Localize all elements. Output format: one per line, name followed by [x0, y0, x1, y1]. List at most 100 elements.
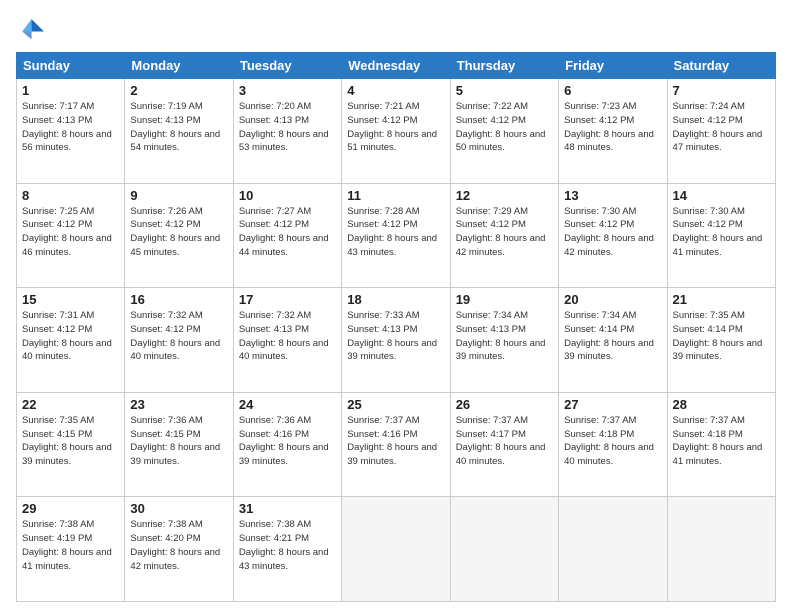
calendar-cell: 6 Sunrise: 7:23 AMSunset: 4:12 PMDaylight…	[559, 79, 667, 184]
day-number: 11	[347, 188, 444, 203]
day-info: Sunrise: 7:21 AMSunset: 4:12 PMDaylight:…	[347, 100, 444, 155]
day-number: 15	[22, 292, 119, 307]
calendar-cell: 19 Sunrise: 7:34 AMSunset: 4:13 PMDayligh…	[450, 288, 558, 393]
page: SundayMondayTuesdayWednesdayThursdayFrid…	[0, 0, 792, 612]
weekday-header-thursday: Thursday	[450, 53, 558, 79]
day-info: Sunrise: 7:22 AMSunset: 4:12 PMDaylight:…	[456, 100, 553, 155]
day-info: Sunrise: 7:38 AMSunset: 4:20 PMDaylight:…	[130, 518, 227, 573]
calendar-cell	[667, 497, 775, 602]
day-number: 20	[564, 292, 661, 307]
calendar-cell: 8 Sunrise: 7:25 AMSunset: 4:12 PMDaylight…	[17, 183, 125, 288]
day-info: Sunrise: 7:33 AMSunset: 4:13 PMDaylight:…	[347, 309, 444, 364]
day-info: Sunrise: 7:36 AMSunset: 4:15 PMDaylight:…	[130, 414, 227, 469]
day-info: Sunrise: 7:38 AMSunset: 4:21 PMDaylight:…	[239, 518, 336, 573]
calendar-cell: 26Sunrise: 7:37 AMSunset: 4:17 PMDayligh…	[450, 392, 558, 497]
day-info: Sunrise: 7:23 AMSunset: 4:12 PMDaylight:…	[564, 100, 661, 155]
day-number: 16	[130, 292, 227, 307]
calendar-cell: 11Sunrise: 7:28 AMSunset: 4:12 PMDayligh…	[342, 183, 450, 288]
day-number: 1	[22, 83, 119, 98]
day-number: 29	[22, 501, 119, 516]
calendar-cell: 28 Sunrise: 7:37 AMSunset: 4:18 PMDayligh…	[667, 392, 775, 497]
day-number: 4	[347, 83, 444, 98]
day-number: 27	[564, 397, 661, 412]
day-info: Sunrise: 7:24 AMSunset: 4:12 PMDaylight:…	[673, 100, 770, 155]
calendar-cell	[450, 497, 558, 602]
day-number: 3	[239, 83, 336, 98]
day-info: Sunrise: 7:27 AMSunset: 4:12 PMDaylight:…	[239, 205, 336, 260]
day-info: Sunrise: 7:34 AMSunset: 4:13 PMDaylight:…	[456, 309, 553, 364]
calendar-cell: 18Sunrise: 7:33 AMSunset: 4:13 PMDayligh…	[342, 288, 450, 393]
calendar-cell: 9Sunrise: 7:26 AMSunset: 4:12 PMDaylight…	[125, 183, 233, 288]
day-number: 7	[673, 83, 770, 98]
calendar-cell	[559, 497, 667, 602]
day-number: 5	[456, 83, 553, 98]
calendar-cell: 29 Sunrise: 7:38 AMSunset: 4:19 PMDayligh…	[17, 497, 125, 602]
day-info: Sunrise: 7:30 AMSunset: 4:12 PMDaylight:…	[673, 205, 770, 260]
day-number: 24	[239, 397, 336, 412]
calendar-cell: 15Sunrise: 7:31 AMSunset: 4:12 PMDayligh…	[17, 288, 125, 393]
day-info: Sunrise: 7:25 AMSunset: 4:12 PMDaylight:…	[22, 205, 119, 260]
calendar-cell: 2 Sunrise: 7:19 AMSunset: 4:13 PMDaylight…	[125, 79, 233, 184]
calendar-cell: 1 Sunrise: 7:17 AMSunset: 4:13 PMDaylight…	[17, 79, 125, 184]
day-number: 28	[673, 397, 770, 412]
day-number: 8	[22, 188, 119, 203]
header	[16, 16, 776, 44]
calendar-table: SundayMondayTuesdayWednesdayThursdayFrid…	[16, 52, 776, 602]
calendar-cell: 12 Sunrise: 7:29 AMSunset: 4:12 PMDayligh…	[450, 183, 558, 288]
calendar-cell: 23 Sunrise: 7:36 AMSunset: 4:15 PMDayligh…	[125, 392, 233, 497]
calendar-cell: 4 Sunrise: 7:21 AMSunset: 4:12 PMDaylight…	[342, 79, 450, 184]
day-number: 31	[239, 501, 336, 516]
calendar-cell: 30 Sunrise: 7:38 AMSunset: 4:20 PMDayligh…	[125, 497, 233, 602]
day-number: 21	[673, 292, 770, 307]
weekday-header-saturday: Saturday	[667, 53, 775, 79]
calendar-cell: 10Sunrise: 7:27 AMSunset: 4:12 PMDayligh…	[233, 183, 341, 288]
day-info: Sunrise: 7:26 AMSunset: 4:12 PMDaylight:…	[130, 205, 227, 260]
logo	[16, 16, 48, 44]
day-number: 17	[239, 292, 336, 307]
week-row-4: 22 Sunrise: 7:35 AMSunset: 4:15 PMDayligh…	[17, 392, 776, 497]
week-row-2: 8 Sunrise: 7:25 AMSunset: 4:12 PMDaylight…	[17, 183, 776, 288]
calendar-cell: 14 Sunrise: 7:30 AMSunset: 4:12 PMDayligh…	[667, 183, 775, 288]
calendar-cell: 17 Sunrise: 7:32 AMSunset: 4:13 PMDayligh…	[233, 288, 341, 393]
day-number: 19	[456, 292, 553, 307]
day-number: 2	[130, 83, 227, 98]
day-info: Sunrise: 7:35 AMSunset: 4:15 PMDaylight:…	[22, 414, 119, 469]
week-row-3: 15Sunrise: 7:31 AMSunset: 4:12 PMDayligh…	[17, 288, 776, 393]
day-info: Sunrise: 7:32 AMSunset: 4:13 PMDaylight:…	[239, 309, 336, 364]
day-info: Sunrise: 7:35 AMSunset: 4:14 PMDaylight:…	[673, 309, 770, 364]
calendar-cell: 16 Sunrise: 7:32 AMSunset: 4:12 PMDayligh…	[125, 288, 233, 393]
day-info: Sunrise: 7:20 AMSunset: 4:13 PMDaylight:…	[239, 100, 336, 155]
day-number: 6	[564, 83, 661, 98]
day-number: 25	[347, 397, 444, 412]
day-info: Sunrise: 7:30 AMSunset: 4:12 PMDaylight:…	[564, 205, 661, 260]
week-row-5: 29 Sunrise: 7:38 AMSunset: 4:19 PMDayligh…	[17, 497, 776, 602]
day-number: 30	[130, 501, 227, 516]
day-number: 13	[564, 188, 661, 203]
calendar-cell: 25 Sunrise: 7:37 AMSunset: 4:16 PMDayligh…	[342, 392, 450, 497]
day-number: 14	[673, 188, 770, 203]
weekday-header-sunday: Sunday	[17, 53, 125, 79]
day-number: 22	[22, 397, 119, 412]
day-info: Sunrise: 7:34 AMSunset: 4:14 PMDaylight:…	[564, 309, 661, 364]
calendar-cell: 7 Sunrise: 7:24 AMSunset: 4:12 PMDaylight…	[667, 79, 775, 184]
week-row-1: 1 Sunrise: 7:17 AMSunset: 4:13 PMDaylight…	[17, 79, 776, 184]
day-info: Sunrise: 7:37 AMSunset: 4:16 PMDaylight:…	[347, 414, 444, 469]
weekday-header-wednesday: Wednesday	[342, 53, 450, 79]
day-info: Sunrise: 7:29 AMSunset: 4:12 PMDaylight:…	[456, 205, 553, 260]
day-info: Sunrise: 7:37 AMSunset: 4:18 PMDaylight:…	[673, 414, 770, 469]
weekday-header-monday: Monday	[125, 53, 233, 79]
weekday-header-tuesday: Tuesday	[233, 53, 341, 79]
day-info: Sunrise: 7:19 AMSunset: 4:13 PMDaylight:…	[130, 100, 227, 155]
calendar-cell: 3 Sunrise: 7:20 AMSunset: 4:13 PMDaylight…	[233, 79, 341, 184]
day-info: Sunrise: 7:17 AMSunset: 4:13 PMDaylight:…	[22, 100, 119, 155]
calendar-cell: 27 Sunrise: 7:37 AMSunset: 4:18 PMDayligh…	[559, 392, 667, 497]
day-number: 12	[456, 188, 553, 203]
day-number: 23	[130, 397, 227, 412]
calendar-cell: 24Sunrise: 7:36 AMSunset: 4:16 PMDayligh…	[233, 392, 341, 497]
day-info: Sunrise: 7:32 AMSunset: 4:12 PMDaylight:…	[130, 309, 227, 364]
day-info: Sunrise: 7:38 AMSunset: 4:19 PMDaylight:…	[22, 518, 119, 573]
day-info: Sunrise: 7:37 AMSunset: 4:18 PMDaylight:…	[564, 414, 661, 469]
logo-icon	[16, 16, 44, 44]
calendar-cell: 22 Sunrise: 7:35 AMSunset: 4:15 PMDayligh…	[17, 392, 125, 497]
calendar-cell: 21 Sunrise: 7:35 AMSunset: 4:14 PMDayligh…	[667, 288, 775, 393]
